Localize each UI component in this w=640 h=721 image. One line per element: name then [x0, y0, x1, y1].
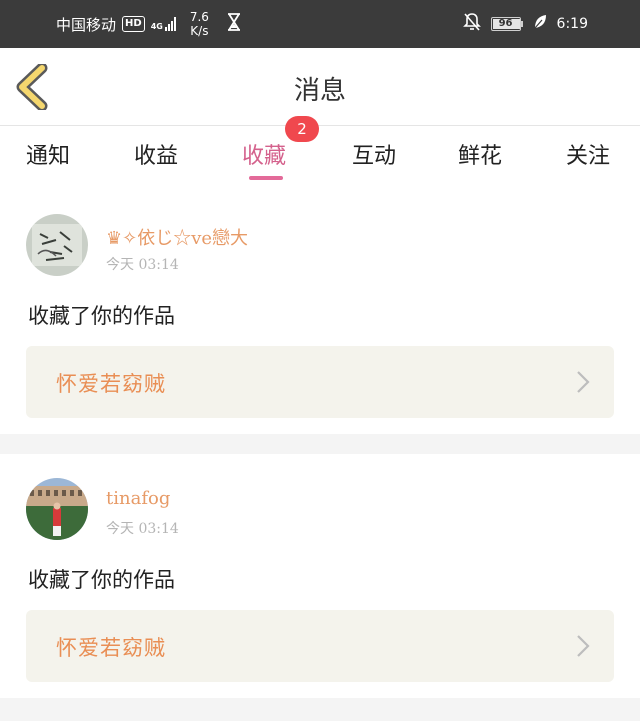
work-title: 怀爱若窈贼: [56, 372, 166, 396]
tab-earnings[interactable]: 收益: [134, 138, 178, 170]
action-text: 收藏了你的作品: [28, 304, 175, 328]
chevron-right-icon: [577, 371, 590, 393]
clock-time: 6:19: [556, 16, 588, 32]
header: 消息: [0, 48, 640, 126]
avatar[interactable]: [26, 478, 88, 540]
network-type: 4G: [150, 22, 163, 31]
timestamp: 今天 03:14: [106, 257, 179, 273]
tab-interactions[interactable]: 互动: [352, 138, 396, 170]
speed-unit: K/s: [190, 24, 209, 38]
action-text: 收藏了你的作品: [28, 568, 175, 592]
tab-notifications[interactable]: 通知: [26, 138, 70, 170]
tab-following[interactable]: 关注: [566, 138, 610, 170]
network-speed: 7.6 K/s: [190, 10, 209, 38]
speed-value: 7.6: [189, 10, 209, 24]
timestamp: 今天 03:14: [106, 521, 179, 537]
battery-icon: 96: [490, 17, 523, 31]
avatar[interactable]: [26, 214, 88, 276]
work-link[interactable]: 怀爱若窈贼: [26, 346, 614, 418]
hourglass-icon: [227, 13, 241, 35]
battery-label: 96: [498, 18, 513, 29]
tab-flowers[interactable]: 鲜花: [458, 138, 502, 170]
status-right: 96 6:19: [462, 0, 588, 48]
status-bar: 中国移动 HD 4G 7.6 K/s 96 6:19: [0, 0, 640, 48]
signal-icon: 4G: [151, 17, 176, 31]
page-title: 消息: [293, 76, 346, 106]
chevron-right-icon: [577, 635, 590, 657]
tab-bar: 通知 收益 收藏 互动 鲜花 关注: [0, 126, 640, 190]
work-title: 怀爱若窈贼: [56, 636, 166, 660]
tab-active-indicator: [249, 176, 283, 180]
carrier-label: 中国移动: [56, 15, 117, 34]
work-link[interactable]: 怀爱若窈贼: [26, 610, 614, 682]
bell-off-icon: [462, 12, 481, 36]
notification-card: tinafog 今天 03:14 收藏了你的作品 怀爱若窈贼: [0, 454, 640, 698]
username[interactable]: ♛✧依じ☆ve戀大: [106, 224, 248, 250]
username[interactable]: tinafog: [106, 488, 170, 509]
favorites-count-badge: 2: [285, 116, 319, 142]
tab-favorites[interactable]: 收藏: [242, 138, 286, 170]
leaf-icon: [533, 14, 547, 34]
status-left: 中国移动 HD 4G 7.6 K/s: [56, 0, 241, 48]
hd-icon: HD: [122, 16, 145, 32]
notification-card: ♛✧依じ☆ve戀大 今天 03:14 收藏了你的作品 怀爱若窈贼: [0, 190, 640, 434]
